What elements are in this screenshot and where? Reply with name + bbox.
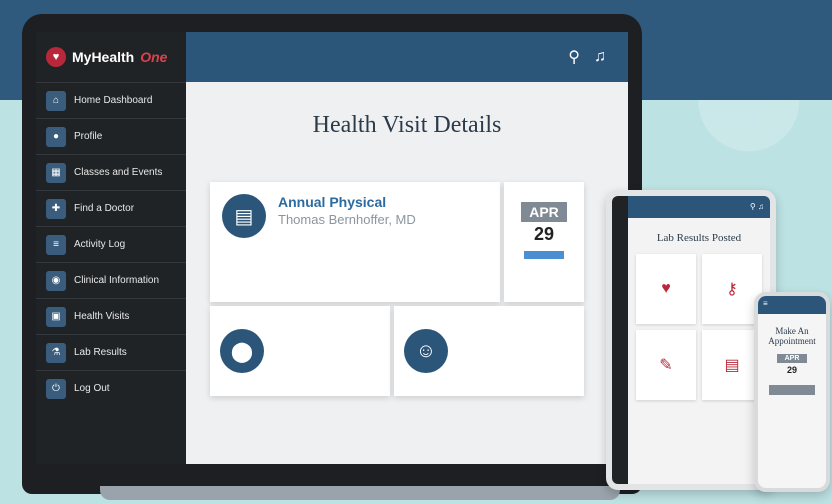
sidebar-item-profile[interactable]: ● Profile (36, 118, 186, 154)
sidebar-item-home-dashboard[interactable]: ⌂ Home Dashboard (36, 82, 186, 118)
visit-doctor: Thomas Bernhoffer, MD (278, 212, 416, 227)
logo-accent: One (140, 49, 168, 65)
sidebar-item-label: Home Dashboard (74, 95, 153, 106)
phone-date-month: APR (777, 354, 807, 363)
menu-icon[interactable]: ≡ (763, 299, 768, 308)
laptop-screen: ♥ MyHealth One ⌂ Home Dashboard ● Profile… (36, 32, 628, 464)
sidebar-item-health-visits[interactable]: ▣ Health Visits (36, 298, 186, 334)
sidebar-item-label: Log Out (74, 383, 110, 394)
clipboard-icon: ▤ (222, 194, 266, 238)
tablet-device: ⚲ ♫ Lab Results Posted ♥ ⚷ ✎ ▤ (606, 190, 776, 490)
key-tile[interactable]: ⚷ (702, 254, 762, 324)
bell-icon[interactable]: ♫ (594, 48, 606, 66)
heart-icon: ♥ (661, 280, 671, 297)
laptop-base (100, 486, 620, 500)
phone-date-day: 29 (786, 365, 797, 375)
sidebar-item-clinical-information[interactable]: ◉ Clinical Information (36, 262, 186, 298)
app-header: ⚲ ♫ (186, 32, 628, 82)
phone-date: APR 29 (777, 354, 807, 375)
profile-icon: ● (46, 126, 66, 147)
visits-icon: ▣ (46, 306, 66, 327)
doctor-icon: ✚ (46, 198, 66, 219)
key-icon: ⚷ (726, 281, 738, 298)
sidebar: ♥ MyHealth One ⌂ Home Dashboard ● Profile… (36, 32, 186, 464)
logout-icon: ⏻ (46, 378, 66, 399)
avatar: ☺ (404, 329, 448, 373)
visit-title: Annual Physical (278, 194, 387, 210)
tablet-page-title: Lab Results Posted (656, 232, 742, 244)
edit-tile[interactable]: ✎ (636, 330, 696, 400)
calendar-icon: ▦ (46, 162, 66, 183)
tablet-screen: ⚲ ♫ Lab Results Posted ♥ ⚷ ✎ ▤ (612, 196, 770, 484)
sidebar-item-classes-events[interactable]: ▦ Classes and Events (36, 154, 186, 190)
date-day: 29 (533, 224, 555, 244)
sidebar-item-label: Lab Results (74, 347, 127, 358)
page-title: Health Visit Details (312, 112, 502, 138)
date-card: APR 29 (504, 182, 584, 302)
tablet-header: ⚲ ♫ (628, 196, 770, 218)
laptop-device: ♥ MyHealth One ⌂ Home Dashboard ● Profile… (22, 14, 642, 494)
search-icon[interactable]: ⚲ (568, 47, 580, 67)
activity-icon: ≡ (46, 234, 66, 255)
clinical-icon: ◉ (46, 270, 66, 291)
clipboard-tile[interactable]: ▤ (702, 330, 762, 400)
clipboard-icon: ▤ (724, 357, 740, 374)
tablet-sidebar (612, 196, 628, 484)
provider-card[interactable]: ☺ (394, 306, 584, 396)
sidebar-item-log-out[interactable]: ⏻ Log Out (36, 370, 186, 406)
sidebar-item-lab-results[interactable]: ⚗ Lab Results (36, 334, 186, 370)
map-pin-icon: ⬤ (220, 329, 264, 373)
sidebar-item-label: Clinical Information (74, 275, 160, 286)
sidebar-item-label: Health Visits (74, 311, 130, 322)
sidebar-item-activity-log[interactable]: ≡ Activity Log (36, 226, 186, 262)
home-icon: ⌂ (46, 90, 66, 111)
sidebar-item-label: Activity Log (74, 239, 126, 250)
sidebar-item-label: Profile (74, 131, 103, 142)
app-logo[interactable]: ♥ MyHealth One (36, 32, 186, 82)
sidebar-item-find-doctor[interactable]: ✚ Find a Doctor (36, 190, 186, 226)
heart-tile[interactable]: ♥ (636, 254, 696, 324)
phone-device: ≡ Make An Appointment APR 29 (754, 292, 830, 492)
lab-tiles: ♥ ⚷ ✎ ▤ (628, 254, 770, 400)
date-month: APR (521, 202, 567, 222)
edit-icon: ✎ (659, 357, 673, 374)
lab-icon: ⚗ (46, 342, 66, 363)
add-to-calendar-button[interactable] (524, 251, 564, 259)
main-content: Health Visit Details ▤ Annual Physical T… (186, 82, 628, 464)
visit-card[interactable]: ▤ Annual Physical Thomas Bernhoffer, MD (210, 182, 500, 302)
phone-page-title: Make An Appointment (768, 326, 816, 346)
logo-text: MyHealth (72, 49, 135, 65)
tablet-main: ⚲ ♫ Lab Results Posted ♥ ⚷ ✎ ▤ (628, 196, 770, 484)
heart-logo-icon: ♥ (46, 47, 66, 67)
facility-card[interactable]: ⬤ (210, 306, 390, 396)
phone-action-button[interactable] (769, 385, 815, 395)
main-area: ⚲ ♫ Health Visit Details ▤ Annual Physic… (186, 32, 628, 464)
sidebar-item-label: Find a Doctor (74, 203, 135, 214)
sidebar-item-label: Classes and Events (74, 167, 163, 178)
phone-header: ≡ (758, 296, 826, 314)
